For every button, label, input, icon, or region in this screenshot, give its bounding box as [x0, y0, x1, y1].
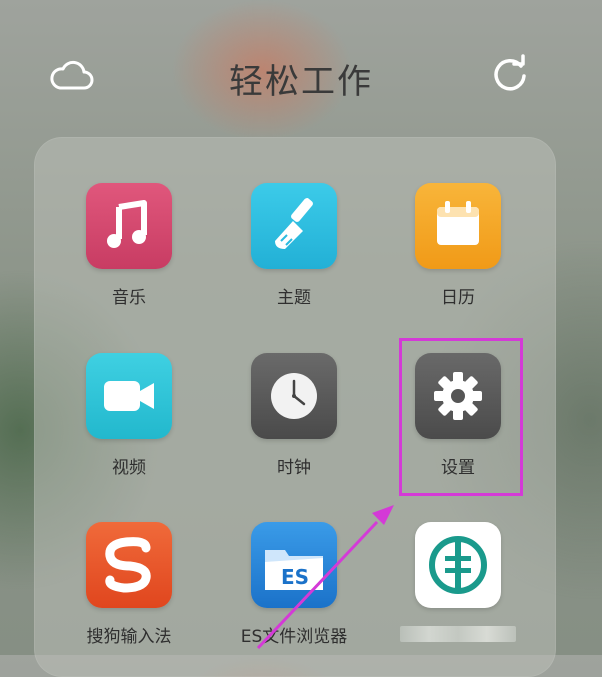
- calendar-icon: [415, 183, 501, 269]
- app-label: 主题: [277, 288, 311, 308]
- clock-icon: [251, 353, 337, 439]
- refresh-icon[interactable]: [490, 54, 530, 94]
- app-video[interactable]: 视频: [64, 353, 194, 478]
- app-calendar[interactable]: 日历: [393, 183, 523, 308]
- app-sogou-input[interactable]: 搜狗输入法: [64, 522, 194, 647]
- svg-text:ES: ES: [281, 565, 309, 589]
- video-camera-icon: [86, 353, 172, 439]
- brush-icon: [251, 183, 337, 269]
- app-label: 音乐: [112, 288, 146, 308]
- sogou-icon: [86, 522, 172, 608]
- blurred-app-label: [400, 626, 516, 642]
- folder-header: 轻松工作: [0, 40, 602, 110]
- app-clock[interactable]: 时钟: [229, 353, 359, 478]
- app-es-file-explorer[interactable]: ES ES文件浏览器: [229, 522, 359, 647]
- app-bank[interactable]: [393, 522, 523, 642]
- app-label: 搜狗输入法: [86, 627, 172, 647]
- settings-highlight-box: [399, 338, 523, 496]
- es-folder-icon: ES: [251, 522, 337, 608]
- bank-logo-icon: [415, 522, 501, 608]
- app-label: 日历: [441, 288, 475, 308]
- app-label: 视频: [112, 458, 146, 478]
- app-theme[interactable]: 主题: [229, 183, 359, 308]
- app-label: 时钟: [277, 458, 311, 478]
- app-music[interactable]: 音乐: [64, 183, 194, 308]
- app-label: ES文件浏览器: [240, 627, 348, 647]
- music-icon: [86, 183, 172, 269]
